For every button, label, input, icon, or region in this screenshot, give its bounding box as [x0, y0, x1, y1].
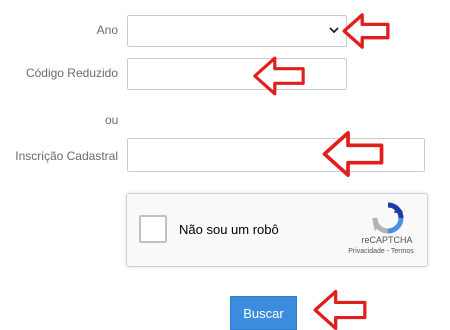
codigo-reduzido-input[interactable]	[127, 58, 347, 90]
ano-select[interactable]	[127, 15, 347, 47]
inscricao-cadastral-label: Inscrição Cadastral	[15, 149, 118, 163]
arrow-left-icon	[313, 290, 367, 330]
recaptcha-widget: Não sou um robô reCAPTCHA Privacidade - …	[126, 193, 428, 267]
arrow-left-icon	[342, 13, 390, 49]
arrow-left-icon	[253, 56, 305, 96]
recaptcha-checkbox-label: Não sou um robô	[179, 222, 279, 237]
chevron-down-icon	[329, 27, 339, 34]
ano-label: Ano	[96, 23, 118, 37]
recaptcha-brand: reCAPTCHA	[361, 235, 413, 245]
codigo-reduzido-label: Código Reduzido	[25, 66, 118, 80]
ou-label: ou	[105, 113, 119, 127]
recaptcha-checkbox[interactable]	[139, 215, 167, 243]
buscar-button[interactable]: Buscar	[230, 296, 297, 330]
recaptcha-logo-icon	[372, 202, 404, 234]
arrow-left-icon	[322, 131, 384, 177]
recaptcha-privacy-terms-links[interactable]: Privacidade - Termos	[338, 248, 424, 255]
